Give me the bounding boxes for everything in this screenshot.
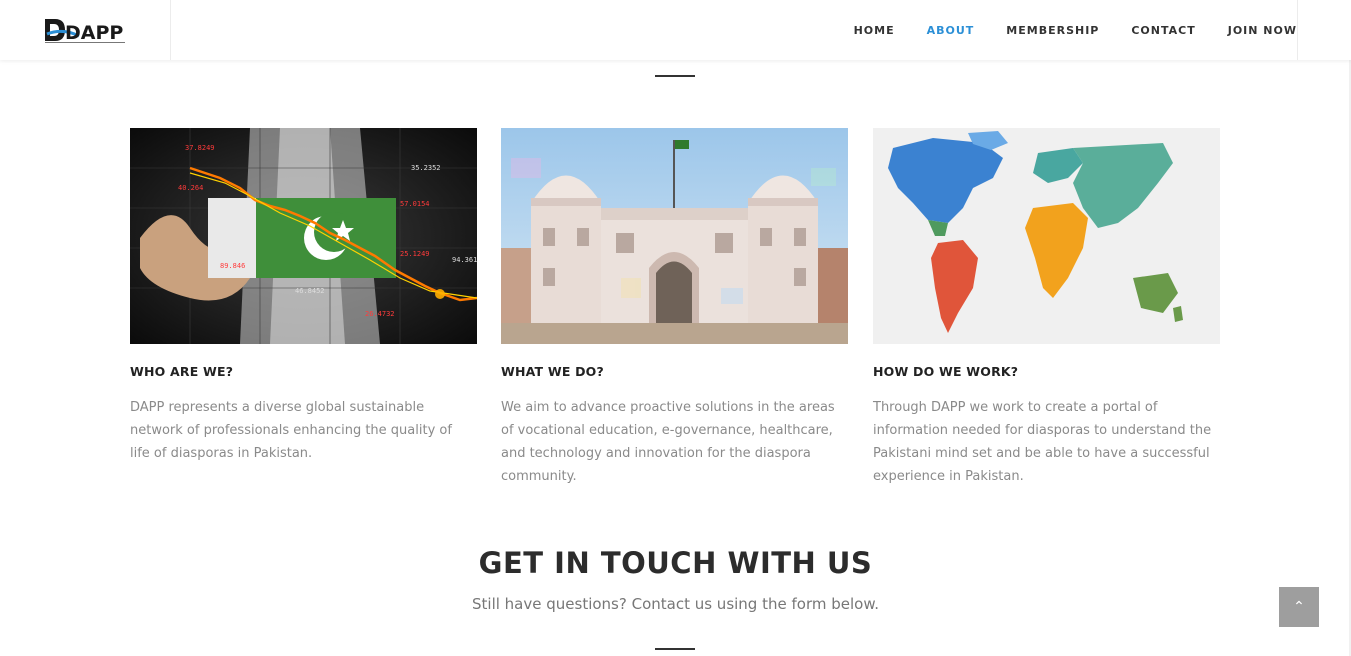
card-text: We aim to advance proactive solutions in… (501, 400, 835, 484)
ticker-4: 57.0154 (400, 200, 430, 208)
nav-join-now[interactable]: JOIN NOW (1228, 24, 1297, 37)
card-image-pakistan-market: 37.8249 40.264 57.0154 25.1249 89.846 26… (130, 128, 477, 344)
ticker-6: 94.361 (452, 256, 477, 264)
ticker-2: 40.264 (178, 184, 203, 192)
section-divider-bottom (655, 648, 695, 650)
chevron-up-icon: ⌃ (1293, 599, 1305, 615)
nav-home[interactable]: HOME (854, 24, 895, 37)
ticker-7: 89.846 (220, 262, 245, 270)
site-header: DAPP HOME ABOUT MEMBERSHIP CONTACT JOIN … (0, 0, 1351, 60)
nav-membership[interactable]: MEMBERSHIP (1006, 24, 1099, 37)
section-divider-top (655, 75, 695, 77)
card-text: Through DAPP we work to create a portal … (873, 400, 1212, 484)
card-title: WHAT WE DO? (501, 364, 604, 379)
ticker-1: 37.8249 (185, 144, 215, 152)
logo-link[interactable]: DAPP (0, 0, 171, 60)
card-image-fort (501, 128, 848, 344)
ticker-5: 25.1249 (400, 250, 430, 258)
contact-section-subtitle: Still have questions? Contact us using t… (472, 595, 879, 613)
card-what-we-do: WHAT WE DO? We aim to advance proactive … (501, 128, 848, 488)
card-image-world-map (873, 128, 1220, 344)
dapp-logo: DAPP (45, 19, 125, 44)
card-who-are-we: 37.8249 40.264 57.0154 25.1249 89.846 26… (130, 128, 477, 465)
header-separator (1297, 0, 1298, 60)
card-how-do-we-work: HOW DO WE WORK? Through DAPP we work to … (873, 128, 1220, 488)
contact-section-title: GET IN TOUCH WITH US (478, 546, 873, 580)
nav-about[interactable]: ABOUT (927, 24, 975, 37)
card-title: WHO ARE WE? (130, 364, 234, 379)
back-to-top-button[interactable]: ⌃ (1279, 587, 1319, 627)
ticker-9: 26.4732 (365, 310, 395, 318)
ticker-8: 46.8452 (295, 287, 325, 295)
card-text: DAPP represents a diverse global sustain… (130, 400, 452, 461)
logo-text: DAPP (65, 22, 123, 44)
card-title: HOW DO WE WORK? (873, 364, 1019, 379)
main-nav: HOME ABOUT MEMBERSHIP CONTACT JOIN NOW (822, 0, 1297, 60)
ticker-3: 35.2352 (411, 164, 441, 172)
nav-contact[interactable]: CONTACT (1131, 24, 1195, 37)
